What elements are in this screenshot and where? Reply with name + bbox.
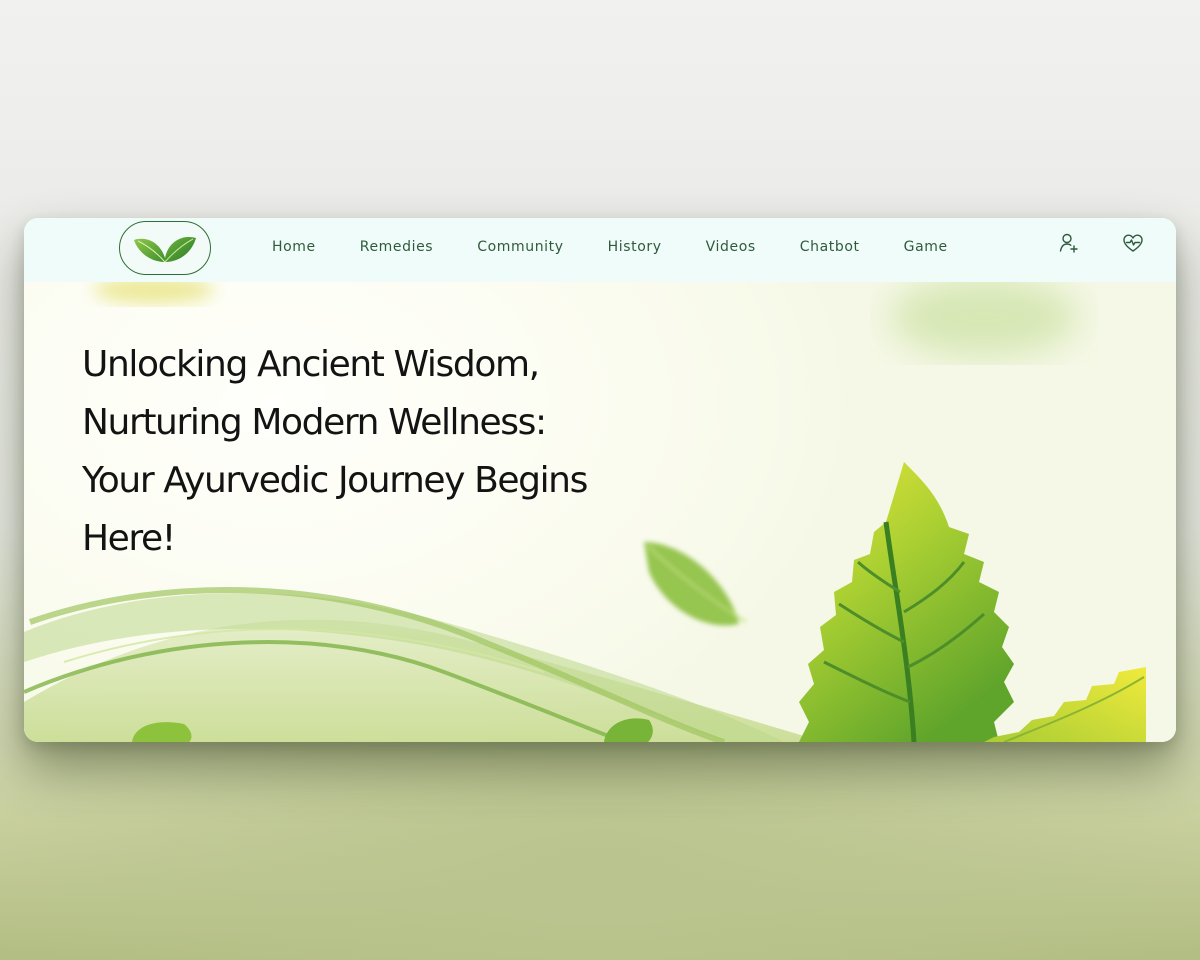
logo[interactable]	[119, 221, 211, 275]
nav-link-chatbot[interactable]: Chatbot	[800, 239, 860, 255]
hero-section: Unlocking Ancient Wisdom, Nurturing Mode…	[24, 282, 1176, 742]
nav-link-home[interactable]: Home	[272, 239, 316, 255]
page-card: Home Remedies Community History Videos C…	[24, 218, 1176, 742]
headline-line-4: Here!	[82, 518, 176, 559]
headline-line-3: Your Ayurvedic Journey Begins	[82, 460, 588, 501]
nav-link-videos[interactable]: Videos	[706, 239, 756, 255]
user-add-icon[interactable]	[1058, 232, 1080, 254]
nav-links: Home Remedies Community History Videos C…	[272, 218, 992, 276]
headline-line-1: Unlocking Ancient Wisdom,	[82, 344, 540, 385]
hero-headline: Unlocking Ancient Wisdom, Nurturing Mode…	[82, 336, 602, 568]
nav-link-remedies[interactable]: Remedies	[360, 239, 433, 255]
navbar: Home Remedies Community History Videos C…	[24, 218, 1176, 282]
leaf-logo-icon	[134, 236, 196, 263]
nav-link-game[interactable]: Game	[904, 239, 948, 255]
nav-link-community[interactable]: Community	[477, 239, 563, 255]
headline-line-2: Nurturing Modern Wellness:	[82, 402, 547, 443]
heart-pulse-icon[interactable]	[1122, 232, 1144, 254]
nav-link-history[interactable]: History	[608, 239, 662, 255]
